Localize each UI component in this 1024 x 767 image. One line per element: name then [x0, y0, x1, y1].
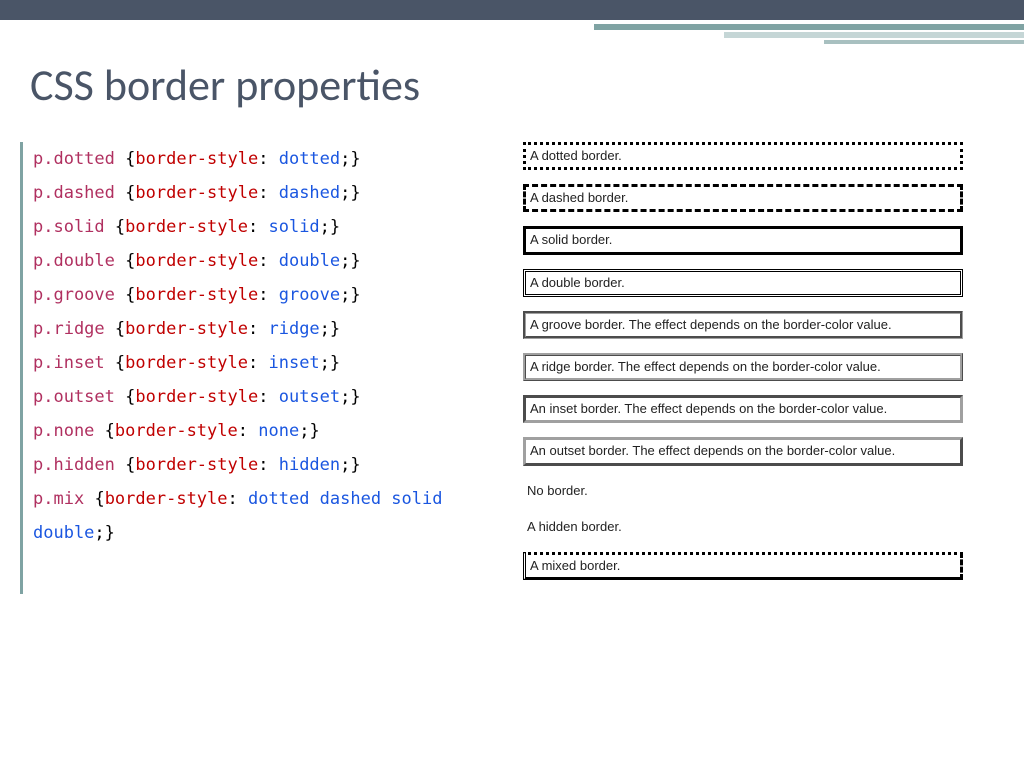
- demo-block: A dotted border. A dashed border. A soli…: [523, 142, 963, 594]
- code-line: p.inset {border-style: inset;}: [33, 346, 463, 380]
- slide: CSS border properties p.dotted {border-s…: [0, 0, 1024, 767]
- code-line: p.none {border-style: none;}: [33, 414, 463, 448]
- page-title: CSS border properties: [30, 58, 1024, 112]
- code-line: p.mix {border-style: dotted dashed solid…: [33, 482, 463, 550]
- code-block: p.dotted {border-style: dotted;} p.dashe…: [20, 142, 463, 594]
- code-line: p.outset {border-style: outset;}: [33, 380, 463, 414]
- code-line: p.hidden {border-style: hidden;}: [33, 448, 463, 482]
- content-row: p.dotted {border-style: dotted;} p.dashe…: [0, 142, 1024, 594]
- demo-hidden: A hidden border.: [523, 516, 963, 538]
- demo-ridge: A ridge border. The effect depends on th…: [523, 353, 963, 381]
- code-line: p.double {border-style: double;}: [33, 244, 463, 278]
- demo-outset: An outset border. The effect depends on …: [523, 437, 963, 465]
- demo-solid: A solid border.: [523, 226, 963, 254]
- code-line: p.groove {border-style: groove;}: [33, 278, 463, 312]
- demo-double: A double border.: [523, 269, 963, 297]
- demo-mix: A mixed border.: [523, 552, 963, 580]
- demo-none: No border.: [523, 480, 963, 502]
- code-line: p.solid {border-style: solid;}: [33, 210, 463, 244]
- demo-dashed: A dashed border.: [523, 184, 963, 212]
- demo-inset: An inset border. The effect depends on t…: [523, 395, 963, 423]
- demo-groove: A groove border. The effect depends on t…: [523, 311, 963, 339]
- demo-dotted: A dotted border.: [523, 142, 963, 170]
- top-bar: [0, 0, 1024, 23]
- code-line: p.dashed {border-style: dashed;}: [33, 176, 463, 210]
- code-line: p.dotted {border-style: dotted;}: [33, 142, 463, 176]
- code-line: p.ridge {border-style: ridge;}: [33, 312, 463, 346]
- accent-lines: [524, 24, 1024, 46]
